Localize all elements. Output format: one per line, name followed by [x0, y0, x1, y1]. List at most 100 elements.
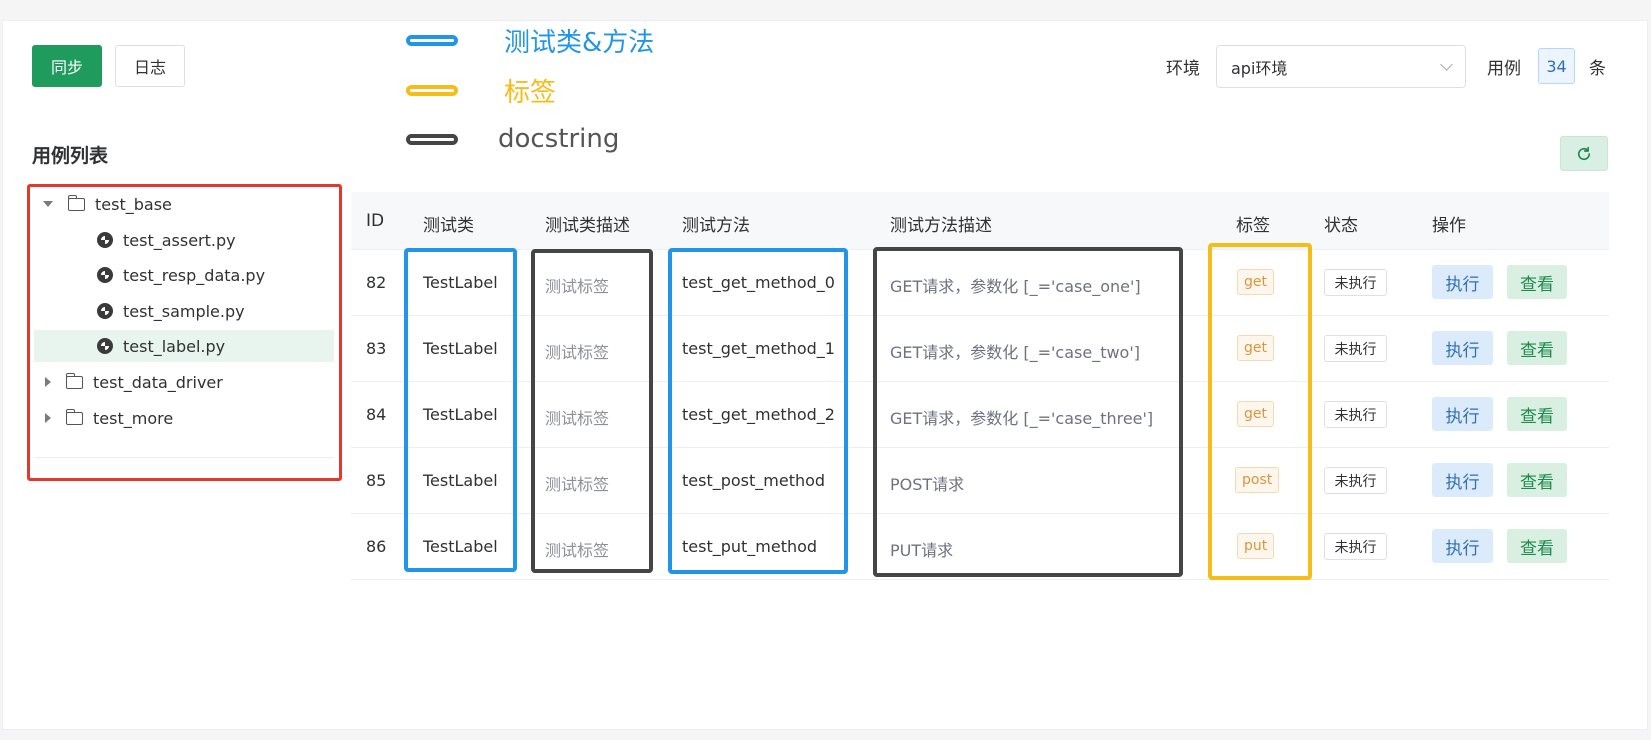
column-header: 标签: [1236, 216, 1270, 236]
caret-right-icon[interactable]: [45, 413, 51, 423]
cell-id: 86: [366, 537, 387, 556]
legend-swatch-dark: [406, 133, 458, 145]
folder-icon: [68, 194, 85, 211]
status-badge: 未执行: [1324, 467, 1387, 494]
chevron-down-icon: [1440, 57, 1453, 71]
tree-node-folder[interactable]: test_base: [34, 188, 334, 220]
run-button[interactable]: 执行: [1432, 463, 1493, 497]
view-button[interactable]: 查看: [1507, 463, 1567, 497]
column-header: 测试类: [423, 216, 474, 236]
cell-id: 85: [366, 471, 387, 490]
legend-label: docstring: [498, 124, 620, 154]
cell-class-desc: 测试标签: [545, 277, 610, 296]
tree-node-label: test_data_driver: [93, 372, 223, 392]
caret-right-icon[interactable]: [45, 377, 51, 387]
view-button[interactable]: 查看: [1507, 265, 1567, 299]
tag-badge: post: [1235, 467, 1280, 493]
row-divider: [351, 315, 1609, 316]
case-tree: test_base test_assert.py test_resp_data.…: [27, 184, 342, 481]
tag-badge: get: [1237, 335, 1274, 361]
env-selected-value: api环境: [1231, 58, 1288, 78]
column-header: ID: [366, 211, 385, 231]
view-button[interactable]: 查看: [1507, 397, 1567, 431]
case-count-label: 用例: [1487, 59, 1521, 79]
cell-method: test_get_method_0: [682, 273, 835, 292]
run-button[interactable]: 执行: [1432, 397, 1493, 431]
cell-method: test_get_method_2: [682, 405, 835, 424]
cell-method-desc: GET请求，参数化 [_='case_three']: [890, 409, 1154, 428]
cell-class: TestLabel: [423, 537, 498, 556]
tree-node-label: test_resp_data.py: [123, 265, 266, 285]
run-button[interactable]: 执行: [1432, 265, 1493, 299]
cell-class-desc: 测试标签: [545, 541, 610, 560]
tag-badge: put: [1237, 533, 1275, 559]
cell-method-desc: POST请求: [890, 475, 965, 494]
cell-class: TestLabel: [423, 405, 498, 424]
tree-node-label: test_label.py: [123, 336, 226, 356]
view-button[interactable]: 查看: [1507, 529, 1567, 563]
cell-method: test_put_method: [682, 537, 818, 556]
column-header: 测试方法: [682, 216, 750, 236]
python-file-icon: [97, 267, 113, 283]
tree-node-folder[interactable]: test_data_driver: [34, 366, 334, 398]
legend-label: 测试类&方法: [504, 28, 655, 58]
row-divider: [351, 513, 1609, 514]
cell-class-desc: 测试标签: [545, 409, 610, 428]
tag-badge: get: [1237, 401, 1274, 427]
tree-node-file[interactable]: test_sample.py: [34, 295, 334, 327]
caret-down-icon[interactable]: [43, 201, 53, 207]
legend-tag: 标签: [406, 72, 556, 109]
tree-node-folder[interactable]: test_more: [34, 402, 334, 434]
python-file-icon: [97, 303, 113, 319]
cell-class: TestLabel: [423, 471, 498, 490]
env-label: 环境: [1166, 59, 1200, 79]
status-badge: 未执行: [1324, 269, 1387, 296]
column-header: 状态: [1324, 216, 1358, 236]
tree-node-label: test_sample.py: [123, 301, 245, 321]
view-button[interactable]: 查看: [1507, 331, 1567, 365]
column-header: 操作: [1432, 216, 1466, 236]
cell-id: 82: [366, 273, 387, 292]
legend-label: 标签: [504, 78, 557, 108]
column-header: 测试类描述: [545, 216, 630, 236]
python-file-icon: [97, 338, 113, 354]
refresh-icon: [1577, 146, 1591, 160]
sync-button[interactable]: 同步: [32, 45, 102, 87]
tree-node-file[interactable]: test_resp_data.py: [34, 259, 334, 291]
tree-node-label: test_base: [95, 194, 172, 214]
row-divider: [351, 447, 1609, 448]
legend-docstring: docstring: [406, 124, 619, 154]
run-button[interactable]: 执行: [1432, 331, 1493, 365]
row-divider: [351, 579, 1609, 580]
cell-class-desc: 测试标签: [545, 475, 610, 494]
log-button[interactable]: 日志: [115, 45, 185, 87]
folder-icon: [66, 372, 83, 389]
tag-badge: get: [1237, 269, 1274, 295]
cell-class-desc: 测试标签: [545, 343, 610, 362]
tree-divider: [34, 457, 334, 458]
folder-icon: [66, 408, 83, 425]
cell-method: test_post_method: [682, 471, 826, 490]
legend-class-method: 测试类&方法: [406, 22, 654, 59]
tree-node-label: test_assert.py: [123, 230, 236, 250]
tree-node-file-selected[interactable]: test_label.py: [34, 330, 334, 362]
cell-class: TestLabel: [423, 339, 498, 358]
cell-method: test_get_method_1: [682, 339, 835, 358]
env-select[interactable]: api环境: [1216, 45, 1466, 88]
python-file-icon: [97, 232, 113, 248]
column-header: 测试方法描述: [890, 216, 992, 236]
cell-method-desc: GET请求，参数化 [_='case_two']: [890, 343, 1140, 362]
tree-node-file[interactable]: test_assert.py: [34, 224, 334, 256]
cell-method-desc: PUT请求: [890, 541, 954, 560]
run-button[interactable]: 执行: [1432, 529, 1493, 563]
case-count-badge: 34: [1538, 48, 1575, 84]
refresh-button[interactable]: [1560, 136, 1608, 171]
legend-swatch-blue: [406, 35, 458, 46]
case-list-title: 用例列表: [32, 145, 109, 167]
status-badge: 未执行: [1324, 401, 1387, 428]
status-badge: 未执行: [1324, 335, 1387, 362]
legend-swatch-yellow: [406, 85, 458, 96]
bottom-bar: [0, 731, 1651, 740]
cell-id: 83: [366, 339, 387, 358]
tree-node-label: test_more: [93, 408, 174, 428]
